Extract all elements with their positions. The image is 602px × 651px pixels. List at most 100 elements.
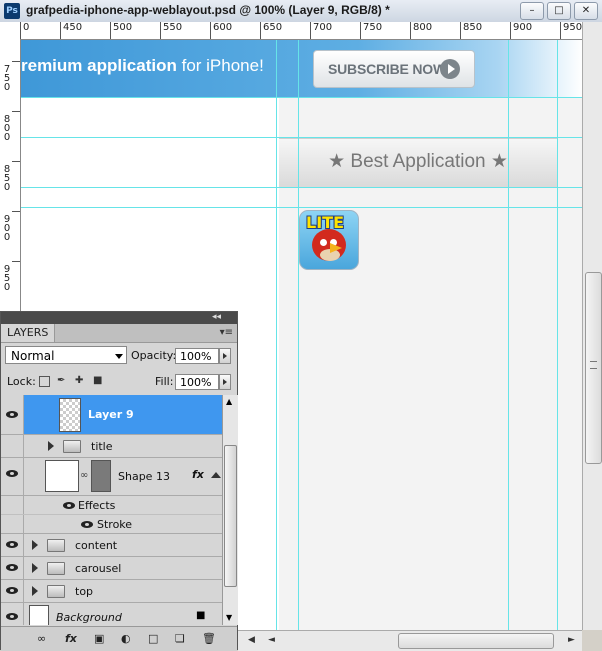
layer-row-carousel[interactable]: carousel [1,557,222,580]
lock-transparency-icon[interactable] [39,376,50,387]
blend-mode-value: Normal [11,349,55,363]
group-icon[interactable]: □ [148,632,158,645]
ruler-label: 850 [3,164,11,193]
layer-name[interactable]: carousel [75,562,121,575]
visibility-eye-icon[interactable] [6,613,18,620]
maximize-button[interactable]: □ [547,2,571,20]
expand-triangle-icon[interactable] [32,540,38,550]
expand-triangle-icon[interactable] [48,441,54,451]
ruler-label: 950 [560,22,582,39]
effects-row[interactable]: Effects [1,496,222,515]
visibility-eye-icon[interactable] [6,587,18,594]
tab-layers[interactable]: LAYERS [1,324,56,342]
ruler-label: 550 [160,22,182,39]
opacity-label: Opacity: [131,349,177,362]
new-layer-icon[interactable]: ❏ [175,632,185,645]
scroll-right-icon[interactable]: ► [568,635,575,645]
lock-image-icon[interactable]: ✒ [57,376,67,386]
layers-scrollbar[interactable]: ▲ ▼ [222,395,238,625]
panel-header[interactable]: ◂◂ [1,312,237,324]
mask-icon[interactable]: ▣ [94,632,104,645]
guide-line[interactable] [21,187,582,188]
visibility-eye-icon[interactable] [6,541,18,548]
visibility-eye-icon[interactable] [6,470,18,477]
fill-input[interactable]: 100% [175,374,219,390]
layer-name[interactable]: content [75,539,117,552]
guide-line[interactable] [21,207,582,208]
layers-panel: ◂◂ LAYERS ▾≡ Normal Opacity: 100% Lock: … [0,311,238,651]
visibility-eye-icon[interactable] [6,411,18,418]
guide-line[interactable] [557,40,558,630]
scroll-down-icon[interactable]: ▼ [226,613,232,622]
chain-link-icon[interactable]: ∞ [80,470,88,481]
chevron-down-icon [115,354,123,359]
expand-triangle-icon[interactable] [32,563,38,573]
minimize-button[interactable]: – [520,2,544,20]
layer-row-content[interactable]: content [1,534,222,557]
horizontal-scroll-thumb[interactable] [398,633,554,649]
panel-menu-icon[interactable]: ▾≡ [220,327,233,338]
visibility-eye-icon[interactable] [63,502,75,509]
layer-row-title[interactable]: title [1,435,222,458]
folder-icon [63,440,81,453]
fx-icon[interactable]: fx [65,632,77,645]
angry-birds-lite-app-icon: LITE [299,210,359,270]
guide-line[interactable] [508,40,509,630]
guide-line[interactable] [21,137,582,138]
horizontal-scrollbar[interactable]: ◀ ◄ ► [238,630,582,651]
opacity-input[interactable]: 100% [175,348,219,364]
subscribe-button: SUBSCRIBE NOW [313,50,475,88]
scroll-up-icon[interactable]: ▲ [226,397,232,406]
visibility-eye-icon[interactable] [81,521,93,528]
lock-label: Lock: [7,375,36,388]
layer-row-top[interactable]: top [1,580,222,603]
layer-name[interactable]: Layer 9 [88,408,134,421]
subscribe-label: SUBSCRIBE NOW [328,61,446,77]
guide-line[interactable] [276,40,277,630]
stroke-effect-label[interactable]: Stroke [97,518,132,531]
guide-line[interactable] [298,40,299,630]
layer-row-shape13[interactable]: ∞ Shape 13 fx [1,458,222,496]
ruler-origin[interactable] [0,22,21,40]
guide-line[interactable] [21,97,582,98]
collapse-effects-icon[interactable] [211,472,221,478]
layer-name[interactable]: Background [56,611,122,624]
trash-icon[interactable]: 🗑 [202,632,216,645]
layer-row-layer9[interactable]: Layer 9 [1,395,222,435]
layer-name[interactable]: top [75,585,93,598]
header-banner: remium application for iPhone! SUBSCRIBE… [21,40,582,97]
effects-label[interactable]: Effects [78,499,115,512]
vertical-ruler[interactable]: 750 800 850 900 950 [0,39,21,319]
link-icon[interactable]: ∞ [37,632,46,645]
vertical-scroll-thumb[interactable] [585,272,602,464]
lock-all-icon[interactable]: ■ [93,376,103,386]
layer-name[interactable]: title [91,440,113,453]
expand-triangle-icon[interactable] [32,586,38,596]
blend-mode-select[interactable]: Normal [5,346,127,364]
opacity-slider-toggle[interactable] [219,348,231,364]
stroke-effect-row[interactable]: Stroke [1,515,222,534]
layer-row-background[interactable]: Background ■ [1,603,222,625]
layer-thumbnail [45,460,79,492]
collapse-panel-icon[interactable]: ◂◂ [212,312,221,322]
scroll-left-icon[interactable]: ◄ [268,635,275,645]
lock-position-icon[interactable]: ✚ [75,376,85,386]
banner-headline-rest: for iPhone! [176,56,264,75]
visibility-eye-icon[interactable] [6,564,18,571]
layers-scroll-thumb[interactable] [224,445,237,587]
ruler-label: 900 [3,214,11,243]
fx-icon[interactable]: fx [192,468,204,481]
scroll-left-arrow-icon[interactable]: ◀ [248,635,255,645]
vector-mask-thumbnail [91,460,111,492]
fill-slider-toggle[interactable] [219,374,231,390]
document-title: grafpedia-iphone-app-weblayout.psd @ 100… [26,3,390,17]
folder-icon [47,562,65,575]
close-button[interactable]: ✕ [574,2,598,20]
lock-icon: ■ [196,610,206,621]
adjustment-icon[interactable]: ◐ [121,632,131,645]
horizontal-ruler[interactable]: 0 450 500 550 600 650 700 750 800 850 90… [20,22,582,40]
lite-badge: LITE [306,213,344,232]
ruler-label: 650 [260,22,282,39]
vertical-scrollbar[interactable] [582,22,602,630]
layer-name[interactable]: Shape 13 [118,470,170,483]
